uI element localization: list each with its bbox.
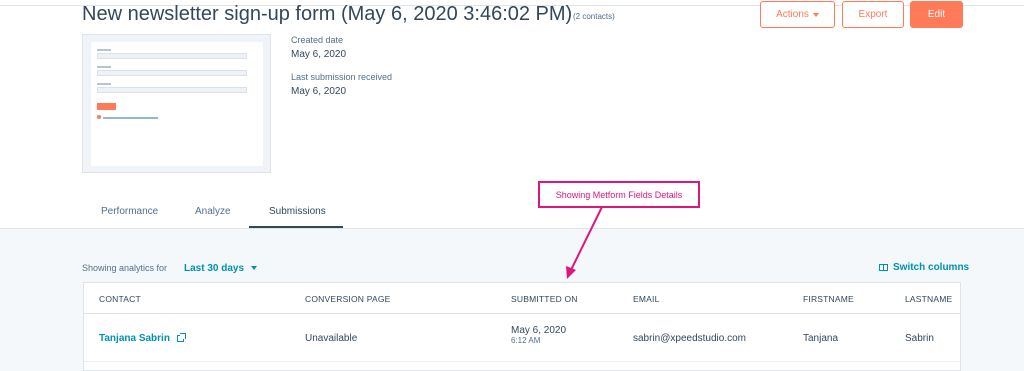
switch-columns-button[interactable]: Switch columns: [879, 262, 969, 273]
column-header-contact[interactable]: CONTACT: [99, 294, 141, 304]
form-details-header: New newsletter sign-up form (May 6, 2020…: [0, 0, 1024, 229]
created-date-label: Created date: [291, 35, 344, 45]
firstname-value: Tanjana: [803, 333, 839, 344]
export-button[interactable]: Export: [842, 1, 904, 28]
switch-columns-label: Switch columns: [893, 262, 970, 273]
tab-submissions[interactable]: Submissions: [269, 206, 326, 217]
chevron-down-icon: [812, 12, 819, 17]
form-preview-thumbnail[interactable]: [82, 34, 271, 173]
external-link-icon[interactable]: [176, 332, 186, 342]
column-header-conversion-page[interactable]: CONVERSION PAGE: [305, 294, 391, 304]
preview-footer-link: [103, 117, 158, 119]
submitted-date: May 6, 2020: [511, 325, 567, 336]
last-submission-value: May 6, 2020: [291, 86, 347, 97]
form-preview-page: [91, 42, 263, 166]
lastname-value: Sabrin: [905, 333, 934, 344]
actions-button[interactable]: Actions: [760, 1, 835, 28]
conversion-page-value: Unavailable: [305, 333, 358, 344]
preview-field: [97, 87, 247, 93]
column-header-lastname[interactable]: LASTNAME: [905, 294, 952, 304]
created-date-value: May 6, 2020: [291, 49, 347, 60]
preview-submit-button: [97, 103, 116, 110]
columns-icon: [879, 264, 888, 271]
preview-field-label: [97, 83, 111, 85]
tab-analyze[interactable]: Analyze: [195, 206, 231, 217]
contacts-count: (2 contacts): [573, 12, 615, 21]
annotation-callout: Showing Metform Fields Details: [538, 181, 700, 208]
column-header-firstname[interactable]: FIRSTNAME: [803, 294, 854, 304]
annotation-arrow-icon: [566, 206, 603, 279]
submitted-on-cell: May 6, 2020 6:12 AM: [511, 325, 566, 345]
page-title: New newsletter sign-up form (May 6, 2020…: [82, 3, 573, 25]
last-submission-label: Last submission received: [291, 72, 393, 82]
preview-field-label: [97, 66, 111, 68]
preview-field-label: [97, 49, 111, 51]
showing-analytics-label: Showing analytics for: [82, 263, 168, 273]
contact-link[interactable]: Tanjana Sabrin: [99, 332, 186, 344]
submissions-table: CONTACT CONVERSION PAGE SUBMITTED ON EMA…: [83, 282, 961, 371]
divider: [84, 361, 960, 362]
date-range-dropdown[interactable]: Last 30 days: [184, 263, 257, 274]
tab-performance[interactable]: Performance: [101, 206, 158, 217]
submitted-time: 6:12 AM: [511, 336, 541, 345]
divider: [84, 313, 960, 314]
actions-label: Actions: [776, 9, 809, 20]
date-range-label: Last 30 days: [184, 263, 245, 274]
preview-field: [97, 70, 247, 76]
edit-button[interactable]: Edit: [910, 1, 963, 28]
contact-name: Tanjana Sabrin: [99, 333, 170, 344]
chevron-down-icon: [250, 266, 257, 271]
preview-field: [97, 53, 247, 59]
column-header-email[interactable]: EMAIL: [633, 294, 660, 304]
hubspot-sprocket-icon: [97, 115, 101, 119]
column-header-submitted-on[interactable]: SUBMITTED ON: [511, 294, 578, 304]
email-value: sabrin@xpeedstudio.com: [633, 333, 746, 344]
